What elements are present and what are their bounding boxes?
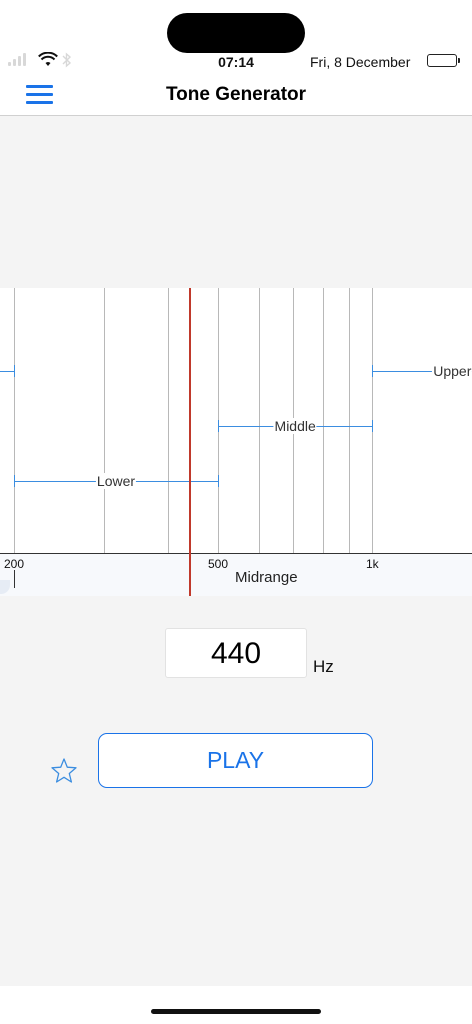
slider-tick xyxy=(14,570,15,588)
gridline xyxy=(14,288,15,554)
gridline xyxy=(258,288,260,554)
page-title: Tone Generator xyxy=(165,84,307,105)
bottom-bar xyxy=(0,986,472,1024)
dynamic-island xyxy=(167,13,305,53)
frequency-chart[interactable]: Lower Middle Upper xyxy=(0,288,472,554)
tick-label: 200 xyxy=(3,557,25,571)
gridline xyxy=(322,288,324,554)
frequency-input[interactable]: 440 xyxy=(165,628,307,678)
navigation-bar: Tone Generator xyxy=(0,80,472,116)
range-cap xyxy=(14,475,15,487)
gridline xyxy=(168,288,170,554)
range-cap xyxy=(372,365,374,377)
range-label: Lower xyxy=(95,473,137,489)
range-cap xyxy=(372,420,374,432)
range-cap xyxy=(218,420,219,432)
gridline xyxy=(104,288,106,554)
band-label: Midrange xyxy=(235,569,298,586)
tick-label: 500 xyxy=(207,557,229,571)
play-button[interactable]: PLAY xyxy=(98,733,373,788)
range-line xyxy=(0,371,14,372)
status-date: Fri, 8 December xyxy=(310,54,411,70)
range-cap xyxy=(218,475,219,487)
empty-panel xyxy=(0,116,472,288)
favorite-star-icon[interactable] xyxy=(49,756,79,786)
tick-label: 1k xyxy=(365,557,379,571)
range-label: Upper xyxy=(432,363,472,379)
range-label: Middle xyxy=(273,418,317,434)
range-cap xyxy=(14,365,15,377)
gridline xyxy=(348,288,350,554)
frequency-unit: Hz xyxy=(313,657,334,676)
frequency-marker[interactable] xyxy=(188,288,191,596)
battery-icon xyxy=(427,54,460,67)
home-indicator xyxy=(151,1009,321,1014)
